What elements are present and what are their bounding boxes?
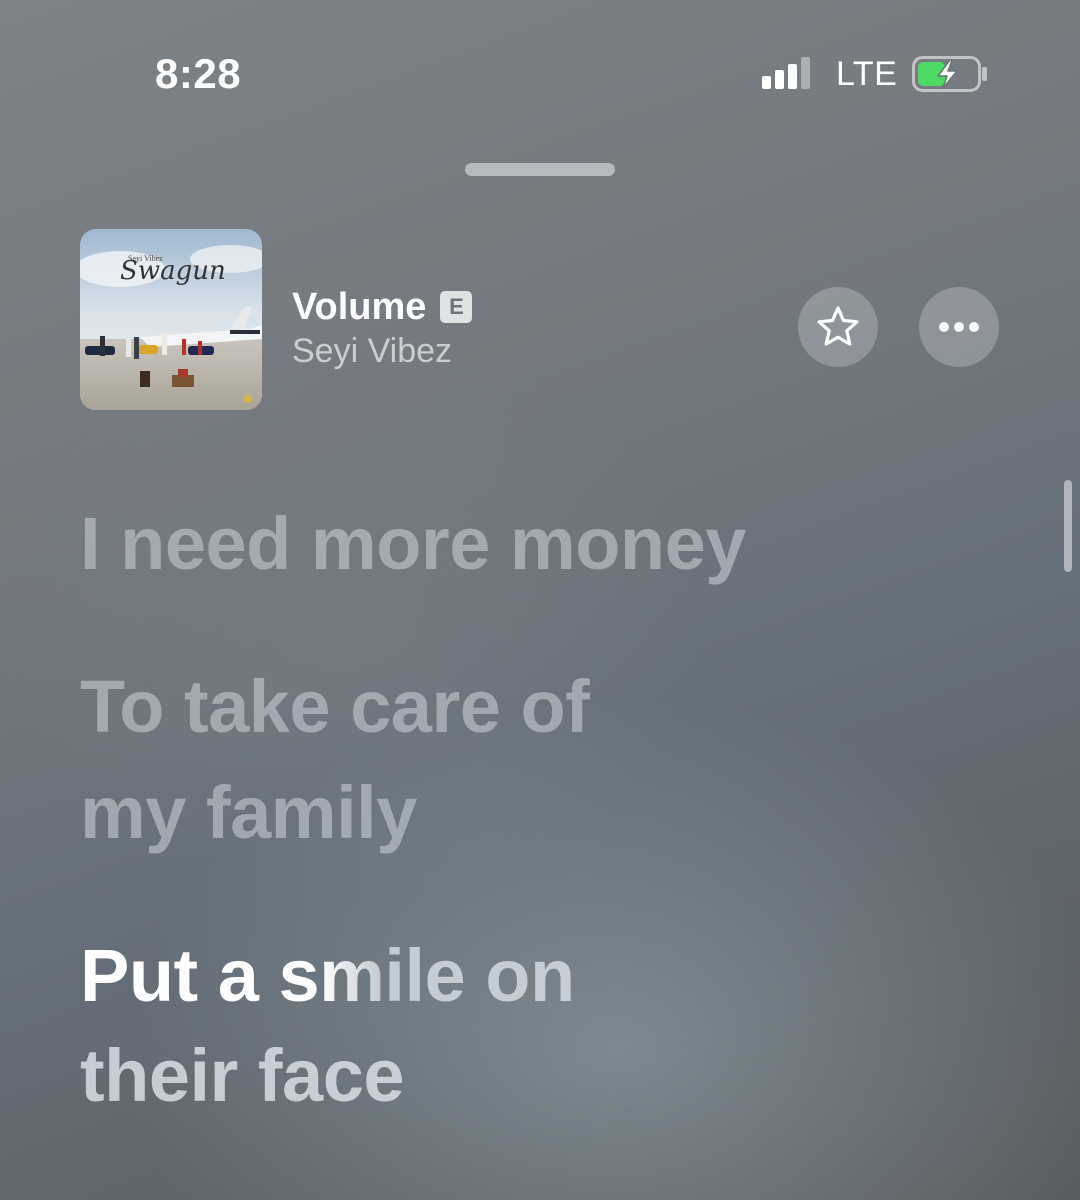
- ellipsis-icon: [939, 322, 979, 332]
- artist-name[interactable]: Seyi Vibez: [292, 332, 452, 371]
- track-title-row: Volume E: [292, 283, 473, 331]
- star-icon: [817, 306, 859, 346]
- lyric-text: I need more money: [80, 502, 746, 585]
- lyric-line-past[interactable]: To take care of my family: [80, 641, 980, 879]
- more-options-button[interactable]: [919, 287, 999, 367]
- lyric-line-past[interactable]: I need more money: [80, 478, 980, 610]
- status-time: 8:28: [155, 50, 242, 97]
- sheet-grabber-handle[interactable]: [465, 163, 615, 176]
- cellular-signal-icon: [762, 57, 814, 89]
- explicit-badge: E: [440, 291, 473, 323]
- album-artwork[interactable]: Seyi Vibez Swagun: [80, 229, 262, 410]
- lyric-line-current[interactable]: Put a smile on their face: [80, 910, 980, 1142]
- track-title: Volume: [292, 285, 427, 328]
- network-type: LTE: [836, 55, 898, 93]
- status-bar: 8:28 LTE: [0, 0, 1080, 150]
- battery-charging-icon: [912, 56, 988, 92]
- svg-text:Swagun: Swagun: [120, 256, 226, 286]
- scroll-indicator[interactable]: [1064, 480, 1072, 572]
- favorite-button[interactable]: [798, 287, 878, 367]
